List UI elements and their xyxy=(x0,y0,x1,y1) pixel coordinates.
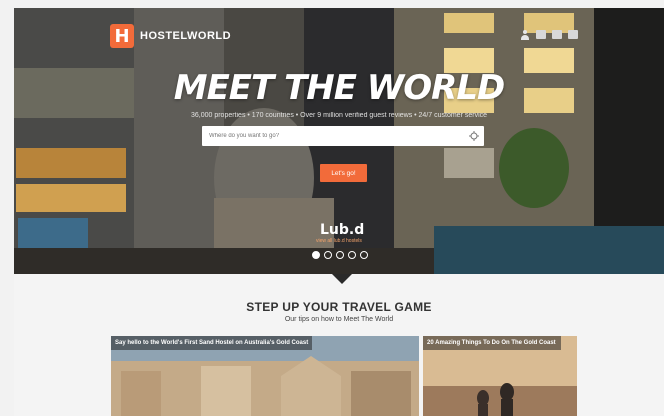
section-subtitle: Our tips on how to Meet The World xyxy=(284,316,394,323)
article-card[interactable]: Say hello to the World's First Sand Host… xyxy=(111,336,419,416)
destination-search-input[interactable] xyxy=(207,126,469,146)
carousel-dot[interactable] xyxy=(360,251,368,259)
currency-icon[interactable] xyxy=(552,30,562,39)
hero-headline: MEET THE WORLD xyxy=(173,68,506,108)
carousel-indicators xyxy=(312,251,368,259)
hero-pointer-arrow xyxy=(332,274,352,284)
user-icon[interactable] xyxy=(520,30,530,40)
hero-stats: 36,000 properties • 170 countries • Over… xyxy=(190,112,488,119)
page: H HOSTELWORLD MEET THE WORLD 36,000 prop… xyxy=(14,8,664,416)
locate-icon[interactable] xyxy=(469,131,479,141)
search-bar[interactable] xyxy=(202,126,484,146)
card-title: 20 Amazing Things To Do On The Gold Coas… xyxy=(423,336,561,351)
carousel-dot[interactable] xyxy=(336,251,344,259)
hostelworld-logo[interactable]: H HOSTELWORLD xyxy=(110,24,231,48)
menu-icon[interactable] xyxy=(568,30,578,39)
carousel-dot[interactable] xyxy=(324,251,332,259)
header-icons xyxy=(520,30,578,40)
logo-text: HOSTELWORLD xyxy=(140,30,232,42)
featured-brand-link[interactable]: view all lub.d hostels xyxy=(316,238,362,244)
card-title: Say hello to the World's First Sand Host… xyxy=(111,336,313,351)
flag-icon[interactable] xyxy=(536,30,546,39)
featured-brand-logo[interactable]: Lub.d xyxy=(320,222,364,238)
hero-banner: H HOSTELWORLD MEET THE WORLD 36,000 prop… xyxy=(14,8,664,274)
article-card[interactable]: 20 Amazing Things To Do On The Gold Coas… xyxy=(423,336,577,416)
logo-mark-icon: H xyxy=(110,24,134,48)
carousel-dot[interactable] xyxy=(312,251,320,259)
carousel-dot[interactable] xyxy=(348,251,356,259)
lets-go-button[interactable]: Let's go! xyxy=(320,164,367,182)
section-title: STEP UP YOUR TRAVEL GAME xyxy=(246,300,432,314)
